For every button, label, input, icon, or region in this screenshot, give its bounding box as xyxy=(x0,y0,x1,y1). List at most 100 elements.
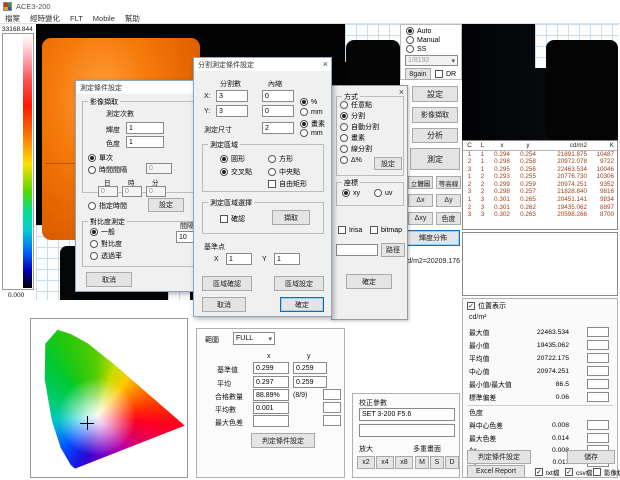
transmit-radio[interactable]: 透過率 xyxy=(90,251,122,261)
cancel-button[interactable]: 取消 xyxy=(202,297,246,312)
delta-xy-button[interactable]: Δxy xyxy=(408,212,433,225)
multi-s-button[interactable]: S xyxy=(430,456,444,469)
path-button[interactable]: 路徑 xyxy=(381,243,405,257)
area-cross-radio[interactable]: 交叉點 xyxy=(220,167,252,177)
irisa-checkbox[interactable]: Irisa xyxy=(338,226,362,234)
dr-checkbox[interactable]: DR xyxy=(435,70,456,78)
path-field[interactable] xyxy=(336,244,378,256)
table-row[interactable]: 310.2950.25622463.53410046 xyxy=(463,166,617,174)
csv-file-checkbox[interactable]: csv檔 xyxy=(565,467,592,477)
table-row[interactable]: 210.2980.25820972.0789722 xyxy=(463,158,617,166)
judge-condition-button[interactable]: 判定條件設定 xyxy=(251,433,315,448)
area-set-button[interactable]: 區域設定 xyxy=(274,276,324,291)
x-inset-field[interactable]: 0 xyxy=(262,90,294,102)
table-row[interactable]: 220.2990.25920974.2519352 xyxy=(463,181,617,189)
secondary-image-view[interactable] xyxy=(462,24,618,140)
method-option-delta[interactable]: Δ% xyxy=(340,156,362,164)
inset-percent-radio[interactable]: % xyxy=(300,98,317,106)
save-button[interactable]: 儲存 xyxy=(567,450,615,464)
coord-xy-radio[interactable]: xy xyxy=(342,189,360,197)
judge-condition-button[interactable]: 判定條件設定 xyxy=(467,450,531,464)
interval-radio[interactable]: 時間間隔 xyxy=(88,165,127,175)
size-pixel-radio[interactable]: 畫素 xyxy=(300,119,325,129)
exposure-ss-radio[interactable]: SS xyxy=(406,45,426,53)
image-file-checkbox[interactable]: 影像檔 xyxy=(593,467,620,477)
method-set-button[interactable]: 設定 xyxy=(374,157,402,170)
method-option-split[interactable]: 分割 xyxy=(340,111,365,121)
contour-button[interactable]: 等高線 xyxy=(436,176,461,189)
pick-button[interactable]: 擷取 xyxy=(272,210,310,225)
delta-x-button[interactable]: Δx xyxy=(408,194,433,207)
base-x-field[interactable]: 1 xyxy=(226,253,252,265)
multi-d-button[interactable]: D xyxy=(445,456,459,469)
size-field[interactable]: 2 xyxy=(262,122,294,134)
multi-m-button[interactable]: M xyxy=(415,456,429,469)
excel-report-button[interactable]: Excel Report xyxy=(467,465,525,478)
shutter-select[interactable]: 1/8192 xyxy=(405,55,458,66)
area-center-radio[interactable]: 中央點 xyxy=(268,167,300,177)
menu-mobile[interactable]: Mobile xyxy=(93,14,115,23)
menu-help[interactable]: 幫助 xyxy=(125,13,140,24)
inset-mm-radio[interactable]: mm xyxy=(300,108,323,116)
table-row[interactable]: 320.2980.25721828.8409816 xyxy=(463,188,617,196)
contrast-radio[interactable]: 對比度 xyxy=(90,239,122,249)
ref-x-field[interactable]: 0.299 xyxy=(253,362,289,374)
zoom-x4-button[interactable]: x4 xyxy=(376,456,394,469)
cancel-button[interactable]: 取消 xyxy=(86,272,132,287)
position-display-checkbox[interactable]: 位置表示 xyxy=(467,301,506,311)
zoom-x8-button[interactable]: x8 xyxy=(395,456,413,469)
y-divisions-field[interactable]: 3 xyxy=(216,105,248,117)
range-select[interactable]: FULL xyxy=(233,332,275,345)
method-option-linesplit[interactable]: 線分割 xyxy=(340,144,372,154)
coord-uv-radio[interactable]: uv xyxy=(374,189,392,197)
menu-file[interactable]: 檔案 xyxy=(5,13,20,24)
base-y-field[interactable]: 1 xyxy=(274,253,300,265)
bitmap-checkbox[interactable]: bitmap xyxy=(370,226,402,234)
size-mm-radio[interactable]: mm xyxy=(300,129,323,137)
method-option-pixel[interactable]: 畫素 xyxy=(340,133,365,143)
zoom-x2-button[interactable]: x2 xyxy=(357,456,375,469)
delta-y-button[interactable]: Δy xyxy=(436,194,461,207)
cie-diagram[interactable] xyxy=(30,318,188,478)
chroma-map-button[interactable]: 色度 xyxy=(436,212,461,225)
normal-radio[interactable]: 一般 xyxy=(90,227,115,237)
confirm-checkbox[interactable]: 確認 xyxy=(220,214,245,224)
menu-flt[interactable]: FLT xyxy=(70,14,83,23)
avg-y-field[interactable]: 0.259 xyxy=(293,376,327,388)
capture-button[interactable]: 影像擷取 xyxy=(412,107,458,123)
gain-button[interactable]: 8gain xyxy=(405,68,431,80)
time-set-button[interactable]: 設定 xyxy=(148,198,184,212)
txt-file-checkbox[interactable]: txt檔 xyxy=(535,467,559,477)
exposure-manual-radio[interactable]: Manual xyxy=(406,36,440,44)
surface3d-button[interactable]: 立體圖 xyxy=(408,176,433,189)
ref-y-field[interactable]: 0.259 xyxy=(293,362,327,374)
calibration-value-field[interactable]: SET 3-200 F5.6 xyxy=(359,408,455,421)
specified-time-radio[interactable]: 指定時間 xyxy=(88,201,127,211)
analyze-button[interactable]: 分析 xyxy=(412,128,458,143)
luminance-dist-button[interactable]: 輝度分佈 xyxy=(406,230,460,246)
free-rect-checkbox[interactable]: 自由矩形 xyxy=(268,179,307,189)
area-square-radio[interactable]: 方形 xyxy=(268,154,293,164)
single-radio[interactable]: 單次 xyxy=(88,153,113,163)
area-confirm-button[interactable]: 區域確認 xyxy=(202,276,252,291)
menu-temporal[interactable]: 經時變化 xyxy=(30,13,60,24)
luminance-count-field[interactable]: 1 xyxy=(126,122,164,134)
set-button[interactable]: 設定 xyxy=(412,86,458,102)
method-option-arbitrary[interactable]: 任意點 xyxy=(340,100,372,110)
chroma-count-field[interactable]: 1 xyxy=(126,136,164,148)
y-inset-field[interactable]: 0 xyxy=(262,105,294,117)
table-row[interactable]: 330.3020.26320598.2668700 xyxy=(463,211,617,219)
table-row[interactable]: 230.3010.26219435.0628897 xyxy=(463,204,617,212)
x-divisions-field[interactable]: 3 xyxy=(216,90,248,102)
calibration-empty-field[interactable] xyxy=(359,424,455,437)
result-listbox[interactable] xyxy=(462,232,618,296)
table-row[interactable]: 120.2930.25520776.73010306 xyxy=(463,173,617,181)
measure-button[interactable]: 測定 xyxy=(410,148,460,170)
method-ok-button[interactable]: 確定 xyxy=(346,274,392,289)
ok-button[interactable]: 確定 xyxy=(280,297,324,312)
area-circle-radio[interactable]: 圓形 xyxy=(220,154,245,164)
exposure-auto-radio[interactable]: Auto xyxy=(406,27,431,35)
avg-x-field[interactable]: 0.297 xyxy=(253,376,289,388)
close-icon[interactable] xyxy=(323,59,328,69)
method-option-autosplit[interactable]: 自動分割 xyxy=(340,122,379,132)
